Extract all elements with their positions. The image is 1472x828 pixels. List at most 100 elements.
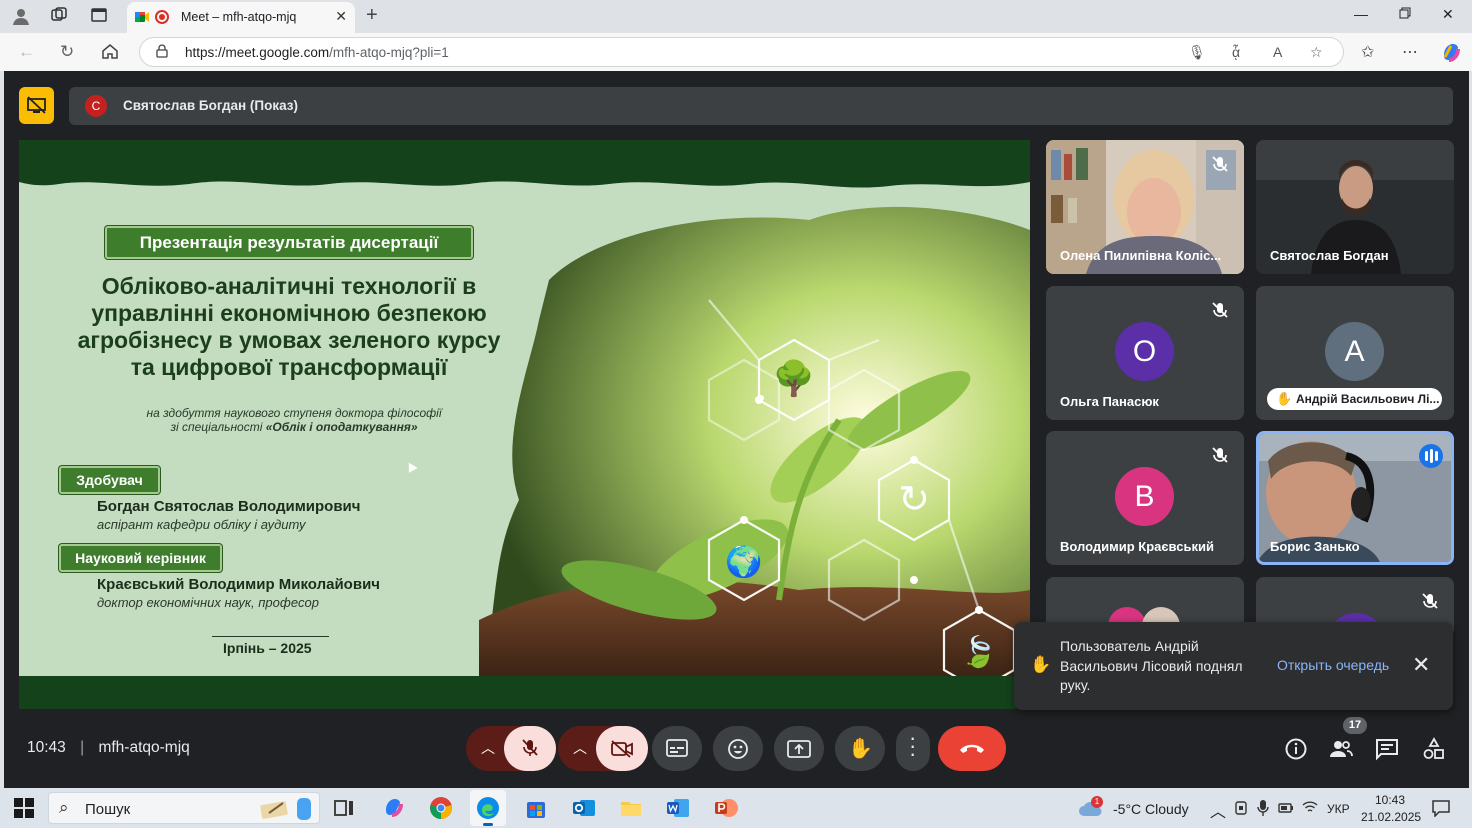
meet-app: С Святослав Богдан (Показ) 🌳 ↻ 🌍 🍃 Презе…: [4, 71, 1469, 788]
meeting-code[interactable]: mfh-atqo-mjq: [98, 739, 189, 756]
participant-tile[interactable]: О Ольга Панасюк: [1046, 286, 1244, 420]
outlook-icon[interactable]: [572, 796, 596, 820]
copilot-taskbar-icon[interactable]: [382, 796, 406, 820]
microphone-icon[interactable]: 🎙: [1188, 44, 1206, 61]
more-vert-icon: · · ·: [909, 725, 917, 766]
present-button[interactable]: [774, 726, 824, 771]
captions-icon: [666, 739, 688, 757]
participant-tile-speaking[interactable]: Борис Занько: [1256, 431, 1454, 565]
slide-subtitle: на здобуття наукового ступеня доктора фі…: [119, 406, 469, 434]
active-tab[interactable]: Meet – mfh-atqo-mjq ✕: [127, 2, 355, 33]
task-view-icon[interactable]: [332, 796, 356, 820]
slide-divider: [212, 636, 329, 637]
tray-device-icon[interactable]: [1233, 800, 1249, 816]
participant-name: Володимир Краєвський: [1060, 539, 1214, 554]
slide-title: Обліково-аналітичні технології в управлі…: [49, 273, 529, 381]
favorites-icon[interactable]: ✩: [1361, 42, 1374, 62]
new-tab-icon[interactable]: +: [366, 4, 378, 27]
windows-start-icon[interactable]: [12, 796, 36, 820]
raise-hand-button[interactable]: ✋: [835, 726, 885, 771]
lock-icon[interactable]: [156, 44, 168, 58]
store-icon[interactable]: [524, 796, 548, 820]
url-host: https://meet.google.com: [185, 45, 330, 60]
camera-toggle-button[interactable]: [596, 726, 648, 771]
more-options-button[interactable]: · · ·: [896, 726, 930, 771]
speaking-indicator-icon: [1419, 444, 1443, 468]
participant-count-badge: 17: [1343, 717, 1367, 734]
copilot-icon[interactable]: [1440, 41, 1462, 68]
participant-tile[interactable]: Олена Пилипівна Коліс...: [1046, 140, 1244, 274]
participant-tile[interactable]: В Володимир Краєвський: [1046, 431, 1244, 565]
supervisor-role: доктор економічних наук, професор: [97, 595, 319, 610]
clock-date[interactable]: 21.02.2025: [1361, 810, 1421, 824]
vertical-tabs-icon[interactable]: [88, 6, 110, 28]
slide-title-line: Обліково-аналітичні технології в: [101, 273, 477, 299]
mic-control-group: ︿: [466, 726, 556, 771]
wifi-icon[interactable]: [1302, 800, 1318, 814]
muted-mic-icon: [1212, 156, 1228, 172]
file-explorer-icon[interactable]: [619, 796, 643, 820]
supervisor-name: Краєвський Володимир Миколайович: [97, 576, 381, 593]
close-window-icon[interactable]: ✕: [1442, 6, 1454, 23]
meeting-details-icon[interactable]: [1284, 737, 1308, 761]
powerpoint-icon[interactable]: [714, 796, 738, 820]
notification-message: Пользователь Андрій Васильович Лісовий п…: [1060, 638, 1243, 693]
profile-icon[interactable]: [10, 6, 32, 28]
reactions-button[interactable]: [713, 726, 763, 771]
google-meet-icon: [135, 12, 149, 22]
tray-microphone-icon[interactable]: [1256, 799, 1270, 817]
microphone-toggle-button[interactable]: [504, 726, 556, 771]
mouse-cursor-icon: [404, 460, 418, 473]
slide-title-line: управлінні економічною безпекою: [91, 300, 487, 326]
leave-call-button[interactable]: [938, 726, 1006, 771]
workspaces-icon[interactable]: [48, 6, 70, 28]
stop-presenting-icon[interactable]: [19, 87, 54, 124]
raised-hand-icon: ✋: [1276, 391, 1293, 406]
back-icon[interactable]: ←: [18, 42, 35, 62]
video-settings-chevron-icon[interactable]: ︿: [573, 738, 587, 758]
presenter-label: Святослав Богдан (Показ): [123, 98, 299, 113]
audio-settings-chevron-icon[interactable]: ︿: [481, 738, 495, 758]
word-icon[interactable]: [666, 796, 690, 820]
svg-text:🌳: 🌳: [773, 358, 815, 399]
restore-icon[interactable]: [1399, 6, 1411, 22]
close-notification-icon[interactable]: ✕: [1412, 652, 1430, 678]
people-icon[interactable]: [1329, 737, 1353, 761]
shared-screen-slide: 🌳 ↻ 🌍 🍃 Презентація результатів дисертац…: [19, 140, 1030, 709]
participant-avatar: О: [1115, 322, 1174, 381]
weather-text[interactable]: -5°C Cloudy: [1113, 801, 1189, 817]
more-options-icon[interactable]: ⋯: [1402, 42, 1418, 62]
edge-taskbar-slot[interactable]: [470, 790, 506, 826]
applicant-role: аспірант кафедри обліку і аудиту: [97, 517, 306, 532]
activities-icon[interactable]: [1422, 737, 1446, 761]
slide-bottom-band: [19, 676, 1030, 709]
notifications-icon[interactable]: [1431, 799, 1451, 817]
chat-icon[interactable]: [1375, 737, 1399, 761]
slide-city-year: Ірпінь – 2025: [223, 640, 312, 656]
minimize-icon[interactable]: —: [1354, 6, 1368, 22]
chrome-icon[interactable]: [429, 796, 453, 820]
presenter-avatar: С: [85, 95, 107, 117]
clock-time[interactable]: 10:43: [1375, 793, 1405, 807]
read-aloud-icon[interactable]: A: [1273, 44, 1282, 60]
tray-chevron-up-icon[interactable]: ︿: [1210, 798, 1226, 822]
favorite-star-icon[interactable]: ☆: [1310, 44, 1323, 61]
participant-tile[interactable]: А ✋ Андрій Васильович Лі...: [1256, 286, 1454, 420]
refresh-icon[interactable]: ↻: [60, 42, 74, 62]
translate-icon[interactable]: ᾆ: [1232, 44, 1240, 60]
home-icon[interactable]: [101, 42, 119, 65]
participant-tile[interactable]: Святослав Богдан: [1256, 140, 1454, 274]
subtitle-prefix: зі спеціальності: [170, 420, 263, 434]
svg-text:🍃: 🍃: [960, 633, 997, 670]
open-queue-link[interactable]: Открыть очередь: [1277, 657, 1389, 673]
battery-icon[interactable]: [1278, 801, 1294, 815]
url-field[interactable]: https://meet.google.com/mfh-atqo-mjq?pli…: [139, 37, 1344, 67]
taskbar-search[interactable]: ⌕ Пошук: [48, 792, 320, 824]
participant-avatar: А: [1325, 322, 1384, 381]
captions-button[interactable]: [652, 726, 702, 771]
close-tab-icon[interactable]: ✕: [335, 8, 347, 25]
input-language[interactable]: УКР: [1327, 802, 1350, 816]
participant-name: Борис Занько: [1270, 539, 1360, 554]
muted-mic-icon: [522, 739, 538, 756]
participant-avatar: В: [1115, 467, 1174, 526]
